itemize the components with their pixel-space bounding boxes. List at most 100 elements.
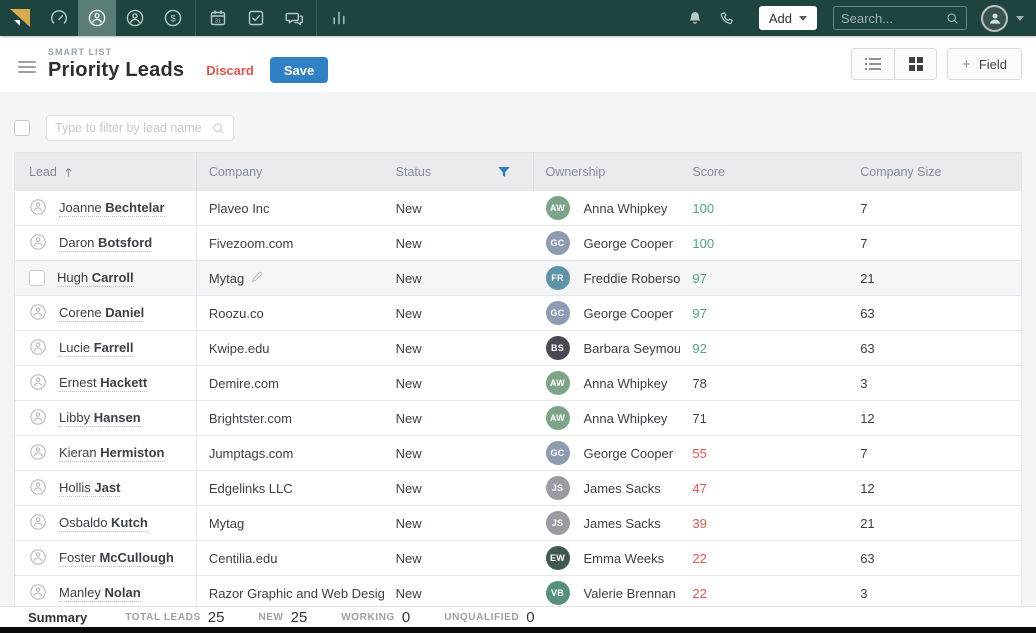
- user-menu-caret-icon[interactable]: [1016, 16, 1024, 21]
- table-row[interactable]: Manley Nolan Razor Graphic and Web Desig…: [15, 576, 1021, 606]
- lead-filter-input[interactable]: [55, 121, 206, 135]
- conversations-icon[interactable]: [275, 0, 313, 36]
- calendar-icon[interactable]: 31: [199, 0, 237, 36]
- owner-name: Valerie Brennan: [584, 586, 676, 601]
- list-view-icon[interactable]: [852, 49, 894, 79]
- score-cell: 100: [692, 201, 714, 216]
- add-button[interactable]: Add: [759, 6, 817, 30]
- lead-name-link[interactable]: Kieran Hermiston: [59, 445, 165, 462]
- column-header-status[interactable]: Status: [384, 153, 534, 191]
- owner-avatar: VB: [546, 581, 570, 605]
- summary-bar: Summary TOTAL LEADS25NEW25WORKING0UNQUAL…: [0, 606, 1036, 627]
- column-header-company-size[interactable]: Company Size: [848, 153, 1021, 191]
- bell-icon[interactable]: [686, 9, 704, 27]
- owner-name: Freddie Roberson: [584, 271, 681, 286]
- search-input[interactable]: [841, 11, 940, 26]
- discard-link[interactable]: Discard: [206, 63, 254, 78]
- lead-status-icon[interactable]: [29, 338, 47, 359]
- stat-label: TOTAL LEADS: [125, 612, 201, 623]
- owner-name: George Cooper: [584, 306, 674, 321]
- company-cell: Mytag: [209, 271, 244, 286]
- table-row[interactable]: Libby Hansen Brightster.com New AW Anna …: [15, 401, 1021, 436]
- owner-name: George Cooper: [584, 446, 674, 461]
- lead-status-icon[interactable]: [29, 548, 47, 569]
- lead-name-link[interactable]: Libby Hansen: [59, 410, 141, 427]
- status-cell: New: [396, 586, 422, 601]
- company-cell: Kwipe.edu: [209, 341, 270, 356]
- tasks-icon[interactable]: [237, 0, 275, 36]
- table-row[interactable]: Ernest Hackett Demire.com New AW Anna Wh…: [15, 366, 1021, 401]
- edit-pencil-icon[interactable]: [251, 271, 263, 286]
- table-row[interactable]: Foster McCullough Centilia.edu New EW Em…: [15, 541, 1021, 576]
- contacts-icon[interactable]: [116, 0, 154, 36]
- table-row[interactable]: Lucie Farrell Kwipe.edu New BS Barbara S…: [15, 331, 1021, 366]
- table-row[interactable]: Daron Botsford Fivezoom.com New GC Georg…: [15, 226, 1021, 261]
- select-all-checkbox[interactable]: [14, 120, 30, 136]
- svg-text:$: $: [170, 13, 176, 24]
- lead-name-link[interactable]: Corene Daniel: [59, 305, 144, 322]
- lead-status-icon[interactable]: [29, 198, 47, 219]
- stat-value: 25: [208, 609, 225, 626]
- gauge-icon[interactable]: [40, 0, 78, 36]
- phone-icon[interactable]: [718, 10, 735, 27]
- menu-icon[interactable]: [18, 61, 36, 73]
- top-navbar: $ 31 Add: [0, 0, 1036, 36]
- lead-name-link[interactable]: Foster McCullough: [59, 550, 174, 567]
- reports-icon[interactable]: [320, 0, 358, 36]
- score-cell: 97: [692, 271, 706, 286]
- add-field-button[interactable]: + Field: [947, 48, 1022, 80]
- lead-name-link[interactable]: Ernest Hackett: [59, 375, 147, 392]
- lead-status-icon[interactable]: [29, 443, 47, 464]
- nav-divider: [316, 0, 317, 36]
- owner-avatar: JS: [546, 476, 570, 500]
- lead-status-icon[interactable]: [29, 233, 47, 254]
- filter-funnel-icon[interactable]: [497, 165, 511, 179]
- lead-status-icon[interactable]: [29, 583, 47, 604]
- plus-icon: +: [962, 56, 971, 73]
- lead-status-icon[interactable]: [29, 303, 47, 324]
- stat-value: 25: [291, 609, 308, 626]
- company-cell: Jumptags.com: [209, 446, 294, 461]
- status-cell: New: [396, 516, 422, 531]
- row-checkbox[interactable]: [29, 270, 45, 286]
- stat-label: NEW: [258, 612, 283, 623]
- lead-status-icon[interactable]: [29, 478, 47, 499]
- lead-name-link[interactable]: Osbaldo Kutch: [59, 515, 148, 532]
- column-header-lead[interactable]: Lead: [15, 153, 197, 191]
- column-header-company[interactable]: Company: [197, 153, 384, 191]
- grid-view-icon[interactable]: [894, 49, 936, 79]
- owner-name: James Sacks: [584, 516, 661, 531]
- column-header-score[interactable]: Score: [680, 153, 848, 191]
- table-row[interactable]: Osbaldo Kutch Mytag New JS James Sacks 3…: [15, 506, 1021, 541]
- table-row[interactable]: Corene Daniel Roozu.co New GC George Coo…: [15, 296, 1021, 331]
- column-header-ownership[interactable]: Ownership: [534, 153, 681, 191]
- lead-name-link[interactable]: Hugh Carroll: [57, 270, 134, 287]
- lead-name-link[interactable]: Daron Botsford: [59, 235, 152, 252]
- score-cell: 22: [692, 586, 706, 601]
- save-button[interactable]: Save: [270, 57, 328, 83]
- lead-status-icon[interactable]: [29, 408, 47, 429]
- search-icon: [946, 12, 959, 25]
- owner-avatar: GC: [546, 441, 570, 465]
- page-title: Priority Leads: [48, 59, 184, 82]
- opportunities-icon[interactable]: $: [154, 0, 192, 36]
- table-row[interactable]: Kieran Hermiston Jumptags.com New GC Geo…: [15, 436, 1021, 471]
- owner-name: Emma Weeks: [584, 551, 665, 566]
- user-avatar[interactable]: [981, 5, 1008, 32]
- lead-name-link[interactable]: Lucie Farrell: [59, 340, 133, 357]
- company-cell: Razor Graphic and Web Design Se...: [209, 586, 384, 601]
- leads-icon[interactable]: [78, 0, 116, 36]
- table-row[interactable]: Hollis Jast Edgelinks LLC New JS James S…: [15, 471, 1021, 506]
- lead-status-icon[interactable]: [29, 513, 47, 534]
- company-cell: Mytag: [209, 516, 244, 531]
- lead-status-icon[interactable]: [29, 373, 47, 394]
- status-cell: New: [396, 446, 422, 461]
- lead-name-link[interactable]: Manley Nolan: [59, 585, 141, 602]
- table-row[interactable]: Joanne Bechtelar Plaveo Inc New AW Anna …: [15, 191, 1021, 226]
- table-row[interactable]: Hugh Carroll Mytag New FR Freddie Robers…: [15, 261, 1021, 296]
- chevron-down-icon: [799, 16, 807, 21]
- app-logo-icon[interactable]: [0, 8, 40, 28]
- lead-name-link[interactable]: Joanne Bechtelar: [59, 200, 165, 217]
- lead-name-link[interactable]: Hollis Jast: [59, 480, 120, 497]
- app-window: $ 31 Add: [0, 0, 1036, 633]
